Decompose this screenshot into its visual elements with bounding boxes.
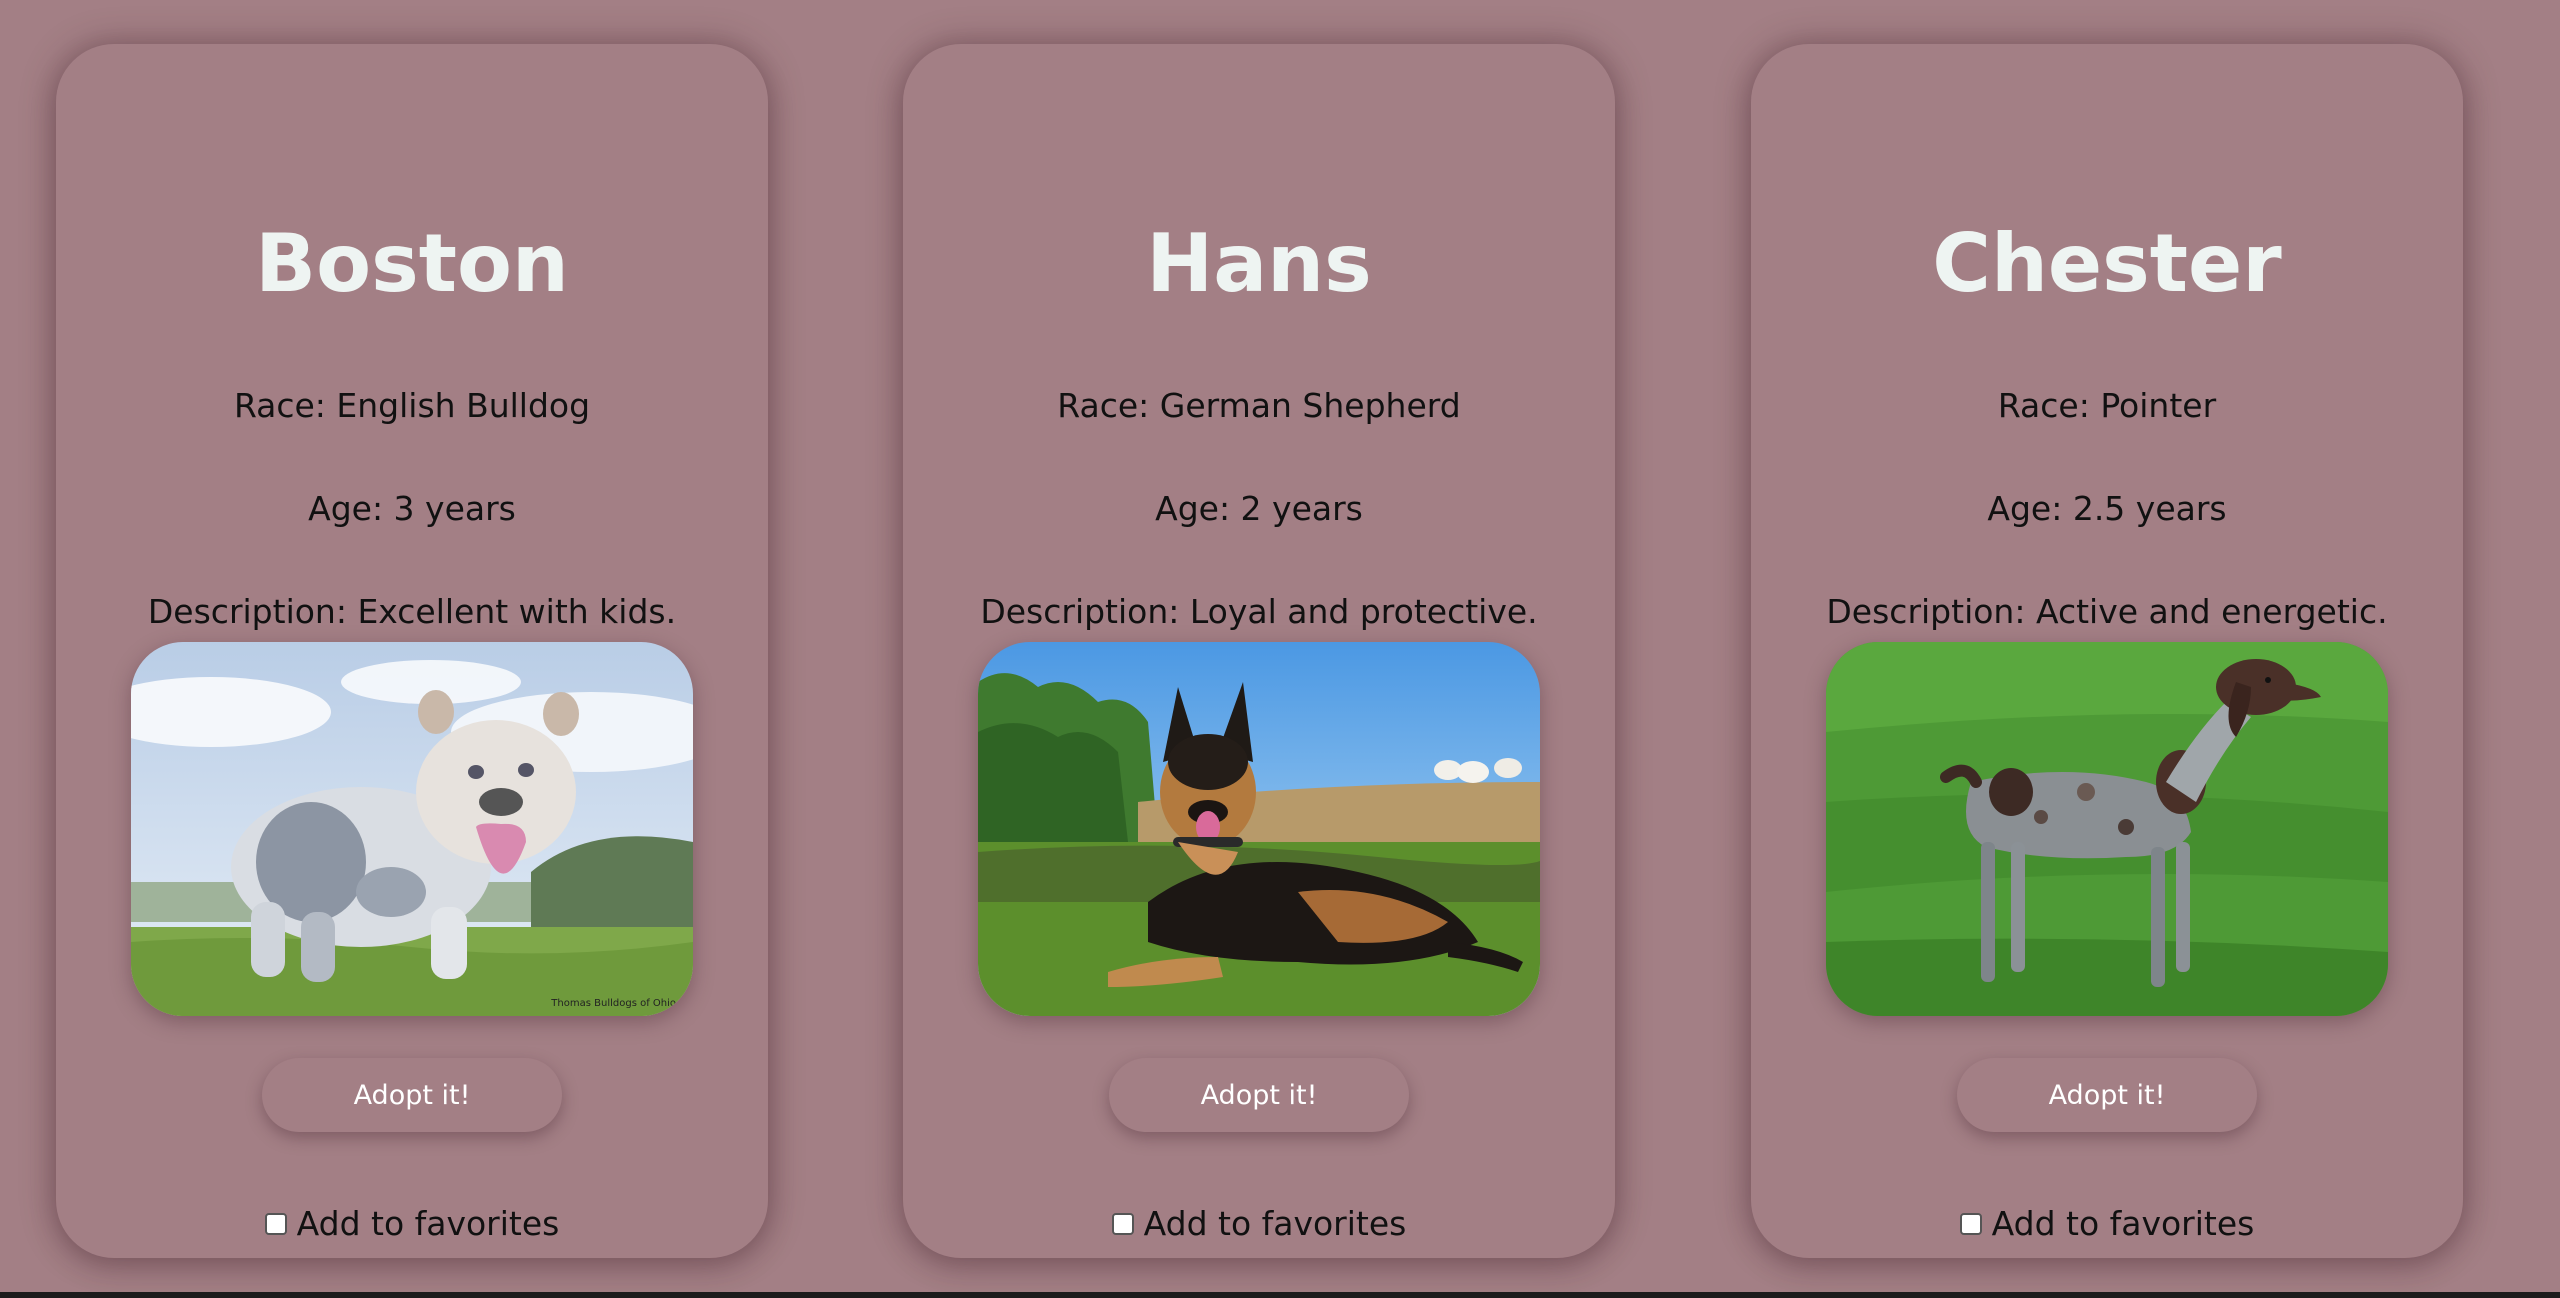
- pet-description: Description: Active and energetic.: [1826, 592, 2388, 631]
- favorite-toggle[interactable]: Add to favorites: [56, 1204, 768, 1243]
- pet-card: Chester Race: Pointer Age: 2.5 years Des…: [1751, 44, 2463, 1258]
- pet-race: Race: German Shepherd: [1057, 386, 1461, 425]
- pet-race: Race: English Bulldog: [233, 386, 591, 425]
- bulldog-illustration: Thomas Bulldogs of Ohio: [131, 642, 693, 1016]
- favorite-toggle[interactable]: Add to favorites: [1751, 1204, 2463, 1243]
- pet-name: Boston: [255, 217, 569, 310]
- photo-watermark: Thomas Bulldogs of Ohio: [550, 998, 676, 1009]
- pet-photo: [1826, 642, 2388, 1016]
- pet-card: Hans Race: German Shepherd Age: 2 years …: [903, 44, 1615, 1258]
- favorite-label: Add to favorites: [1143, 1204, 1407, 1243]
- adopt-button[interactable]: Adopt it!: [1957, 1058, 2257, 1132]
- pet-age: Age: 3 years: [308, 489, 516, 528]
- favorite-checkbox[interactable]: [1111, 1212, 1134, 1235]
- adopt-button[interactable]: Adopt it!: [262, 1058, 562, 1132]
- pet-photo: [978, 642, 1540, 1016]
- favorite-label: Add to favorites: [296, 1204, 560, 1243]
- pet-name: Hans: [1146, 217, 1372, 310]
- german-shepherd-illustration: [978, 642, 1540, 1016]
- pet-description: Description: Loyal and protective.: [980, 592, 1538, 631]
- favorite-label: Add to favorites: [1991, 1204, 2255, 1243]
- pet-card: Boston Race: English Bulldog Age: 3 year…: [56, 44, 768, 1258]
- pet-age: Age: 2.5 years: [1987, 489, 2227, 528]
- favorite-checkbox[interactable]: [1959, 1212, 1982, 1235]
- favorite-checkbox[interactable]: [264, 1212, 287, 1235]
- pet-race: Race: Pointer: [1997, 386, 2217, 425]
- adopt-button[interactable]: Adopt it!: [1109, 1058, 1409, 1132]
- pet-description: Description: Excellent with kids.: [147, 592, 677, 631]
- pointer-illustration: [1826, 642, 2388, 1016]
- pet-age: Age: 2 years: [1155, 489, 1363, 528]
- pet-card-list: Boston Race: English Bulldog Age: 3 year…: [0, 0, 2560, 1298]
- window-bottom-edge: [0, 1292, 2560, 1298]
- pet-name: Chester: [1932, 217, 2282, 310]
- pet-photo: Thomas Bulldogs of Ohio: [131, 642, 693, 1016]
- favorite-toggle[interactable]: Add to favorites: [903, 1204, 1615, 1243]
